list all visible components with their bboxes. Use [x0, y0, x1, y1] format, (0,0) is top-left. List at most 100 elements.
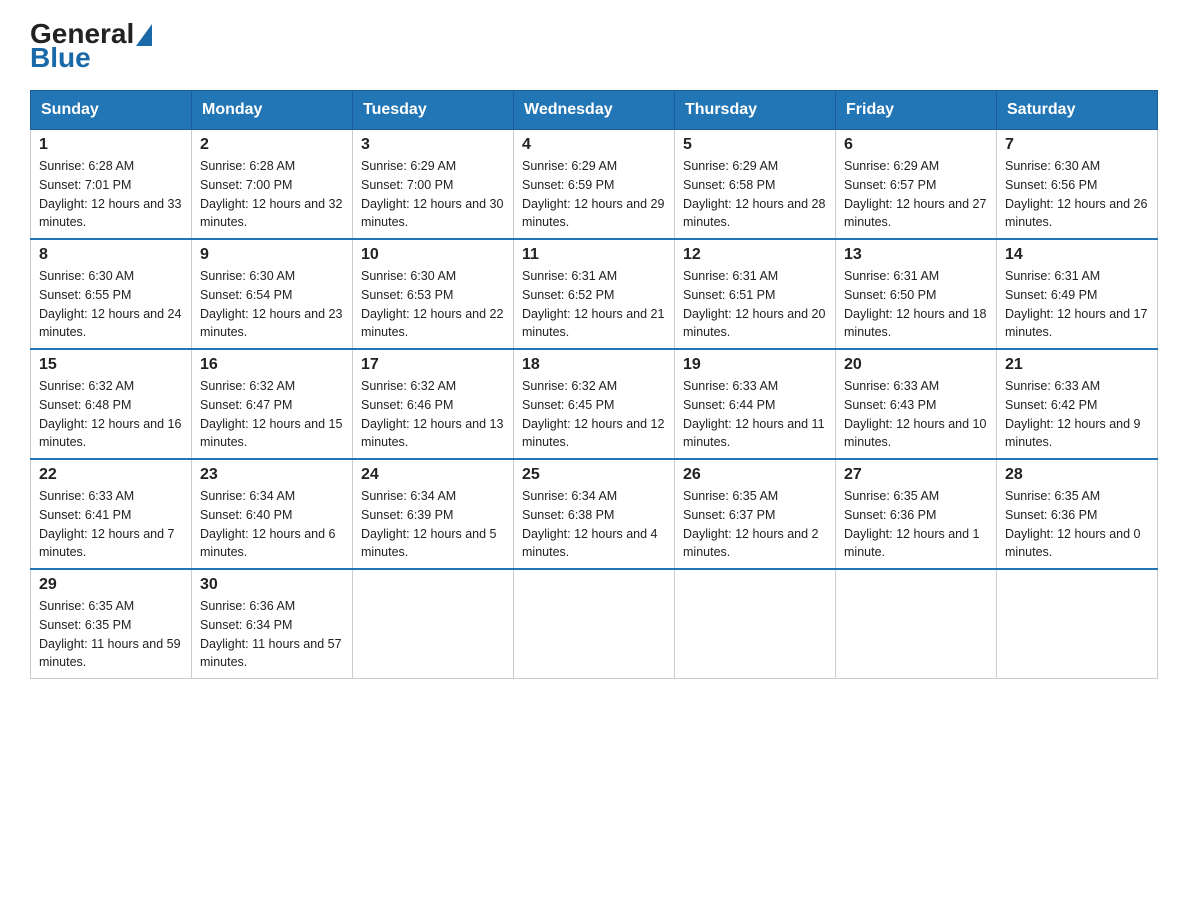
calendar-cell: 18 Sunrise: 6:32 AMSunset: 6:45 PMDayligh… [514, 349, 675, 459]
day-info: Sunrise: 6:33 AMSunset: 6:42 PMDaylight:… [1005, 377, 1149, 452]
day-number: 18 [522, 356, 666, 374]
calendar-cell: 27 Sunrise: 6:35 AMSunset: 6:36 PMDayligh… [836, 459, 997, 569]
day-number: 8 [39, 246, 183, 264]
day-info: Sunrise: 6:31 AMSunset: 6:49 PMDaylight:… [1005, 267, 1149, 342]
day-number: 5 [683, 136, 827, 154]
calendar-cell: 22 Sunrise: 6:33 AMSunset: 6:41 PMDayligh… [31, 459, 192, 569]
day-number: 10 [361, 246, 505, 264]
day-info: Sunrise: 6:34 AMSunset: 6:39 PMDaylight:… [361, 487, 505, 562]
day-info: Sunrise: 6:28 AMSunset: 7:00 PMDaylight:… [200, 157, 344, 232]
calendar-week-3: 15 Sunrise: 6:32 AMSunset: 6:48 PMDayligh… [31, 349, 1158, 459]
calendar-cell: 23 Sunrise: 6:34 AMSunset: 6:40 PMDayligh… [192, 459, 353, 569]
day-number: 30 [200, 576, 344, 594]
day-number: 7 [1005, 136, 1149, 154]
day-info: Sunrise: 6:29 AMSunset: 6:57 PMDaylight:… [844, 157, 988, 232]
day-info: Sunrise: 6:32 AMSunset: 6:45 PMDaylight:… [522, 377, 666, 452]
calendar-header-monday: Monday [192, 91, 353, 130]
day-number: 22 [39, 466, 183, 484]
day-info: Sunrise: 6:32 AMSunset: 6:47 PMDaylight:… [200, 377, 344, 452]
calendar-week-5: 29Sunrise: 6:35 AMSunset: 6:35 PMDayligh… [31, 569, 1158, 679]
calendar-cell: 14 Sunrise: 6:31 AMSunset: 6:49 PMDayligh… [997, 239, 1158, 349]
calendar-cell: 29Sunrise: 6:35 AMSunset: 6:35 PMDayligh… [31, 569, 192, 679]
calendar-cell: 10 Sunrise: 6:30 AMSunset: 6:53 PMDayligh… [353, 239, 514, 349]
day-info: Sunrise: 6:33 AMSunset: 6:44 PMDaylight:… [683, 377, 827, 452]
day-info: Sunrise: 6:34 AMSunset: 6:38 PMDaylight:… [522, 487, 666, 562]
calendar-cell [353, 569, 514, 679]
logo-triangle-icon [136, 24, 152, 46]
day-number: 23 [200, 466, 344, 484]
day-number: 17 [361, 356, 505, 374]
day-info: Sunrise: 6:36 AMSunset: 6:34 PMDaylight:… [200, 597, 344, 672]
day-info: Sunrise: 6:31 AMSunset: 6:52 PMDaylight:… [522, 267, 666, 342]
calendar-cell: 11 Sunrise: 6:31 AMSunset: 6:52 PMDayligh… [514, 239, 675, 349]
logo-blue-text: Blue [30, 44, 91, 72]
calendar-cell: 12Sunrise: 6:31 AMSunset: 6:51 PMDayligh… [675, 239, 836, 349]
day-number: 9 [200, 246, 344, 264]
day-number: 15 [39, 356, 183, 374]
day-number: 6 [844, 136, 988, 154]
calendar-header-wednesday: Wednesday [514, 91, 675, 130]
calendar-cell [997, 569, 1158, 679]
calendar-cell: 19 Sunrise: 6:33 AMSunset: 6:44 PMDayligh… [675, 349, 836, 459]
calendar-header-sunday: Sunday [31, 91, 192, 130]
page-header: General Blue [30, 20, 1158, 72]
calendar-cell: 1Sunrise: 6:28 AMSunset: 7:01 PMDaylight… [31, 130, 192, 240]
calendar-cell: 7 Sunrise: 6:30 AMSunset: 6:56 PMDaylight… [997, 130, 1158, 240]
day-info: Sunrise: 6:29 AMSunset: 6:59 PMDaylight:… [522, 157, 666, 232]
day-info: Sunrise: 6:30 AMSunset: 6:53 PMDaylight:… [361, 267, 505, 342]
day-info: Sunrise: 6:31 AMSunset: 6:51 PMDaylight:… [683, 267, 827, 342]
calendar-week-4: 22 Sunrise: 6:33 AMSunset: 6:41 PMDayligh… [31, 459, 1158, 569]
calendar-cell: 16 Sunrise: 6:32 AMSunset: 6:47 PMDayligh… [192, 349, 353, 459]
day-info: Sunrise: 6:32 AMSunset: 6:46 PMDaylight:… [361, 377, 505, 452]
calendar-header-saturday: Saturday [997, 91, 1158, 130]
day-number: 16 [200, 356, 344, 374]
day-number: 25 [522, 466, 666, 484]
day-number: 3 [361, 136, 505, 154]
calendar-week-2: 8 Sunrise: 6:30 AMSunset: 6:55 PMDaylight… [31, 239, 1158, 349]
logo: General Blue [30, 20, 152, 72]
day-number: 27 [844, 466, 988, 484]
day-info: Sunrise: 6:33 AMSunset: 6:41 PMDaylight:… [39, 487, 183, 562]
day-number: 19 [683, 356, 827, 374]
calendar-header-tuesday: Tuesday [353, 91, 514, 130]
calendar-table: SundayMondayTuesdayWednesdayThursdayFrid… [30, 90, 1158, 679]
day-info: Sunrise: 6:29 AMSunset: 6:58 PMDaylight:… [683, 157, 827, 232]
calendar-cell: 17 Sunrise: 6:32 AMSunset: 6:46 PMDayligh… [353, 349, 514, 459]
calendar-cell: 26 Sunrise: 6:35 AMSunset: 6:37 PMDayligh… [675, 459, 836, 569]
calendar-cell: 6 Sunrise: 6:29 AMSunset: 6:57 PMDaylight… [836, 130, 997, 240]
day-number: 28 [1005, 466, 1149, 484]
calendar-week-1: 1Sunrise: 6:28 AMSunset: 7:01 PMDaylight… [31, 130, 1158, 240]
day-number: 4 [522, 136, 666, 154]
calendar-cell: 9Sunrise: 6:30 AMSunset: 6:54 PMDaylight… [192, 239, 353, 349]
day-number: 20 [844, 356, 988, 374]
day-number: 1 [39, 136, 183, 154]
day-info: Sunrise: 6:30 AMSunset: 6:56 PMDaylight:… [1005, 157, 1149, 232]
day-info: Sunrise: 6:30 AMSunset: 6:55 PMDaylight:… [39, 267, 183, 342]
calendar-cell [836, 569, 997, 679]
day-number: 21 [1005, 356, 1149, 374]
day-info: Sunrise: 6:35 AMSunset: 6:36 PMDaylight:… [844, 487, 988, 562]
calendar-cell: 4 Sunrise: 6:29 AMSunset: 6:59 PMDaylight… [514, 130, 675, 240]
day-number: 14 [1005, 246, 1149, 264]
calendar-cell: 15 Sunrise: 6:32 AMSunset: 6:48 PMDayligh… [31, 349, 192, 459]
day-number: 29 [39, 576, 183, 594]
day-info: Sunrise: 6:35 AMSunset: 6:37 PMDaylight:… [683, 487, 827, 562]
day-info: Sunrise: 6:33 AMSunset: 6:43 PMDaylight:… [844, 377, 988, 452]
day-number: 11 [522, 246, 666, 264]
day-info: Sunrise: 6:32 AMSunset: 6:48 PMDaylight:… [39, 377, 183, 452]
calendar-header-thursday: Thursday [675, 91, 836, 130]
calendar-header-row: SundayMondayTuesdayWednesdayThursdayFrid… [31, 91, 1158, 130]
calendar-cell: 24Sunrise: 6:34 AMSunset: 6:39 PMDayligh… [353, 459, 514, 569]
calendar-header-friday: Friday [836, 91, 997, 130]
calendar-cell [514, 569, 675, 679]
day-number: 26 [683, 466, 827, 484]
calendar-cell: 21 Sunrise: 6:33 AMSunset: 6:42 PMDayligh… [997, 349, 1158, 459]
day-info: Sunrise: 6:31 AMSunset: 6:50 PMDaylight:… [844, 267, 988, 342]
calendar-cell: 8 Sunrise: 6:30 AMSunset: 6:55 PMDaylight… [31, 239, 192, 349]
day-number: 2 [200, 136, 344, 154]
day-info: Sunrise: 6:35 AMSunset: 6:36 PMDaylight:… [1005, 487, 1149, 562]
day-info: Sunrise: 6:34 AMSunset: 6:40 PMDaylight:… [200, 487, 344, 562]
calendar-cell [675, 569, 836, 679]
calendar-cell: 30 Sunrise: 6:36 AMSunset: 6:34 PMDayligh… [192, 569, 353, 679]
calendar-cell: 2 Sunrise: 6:28 AMSunset: 7:00 PMDaylight… [192, 130, 353, 240]
